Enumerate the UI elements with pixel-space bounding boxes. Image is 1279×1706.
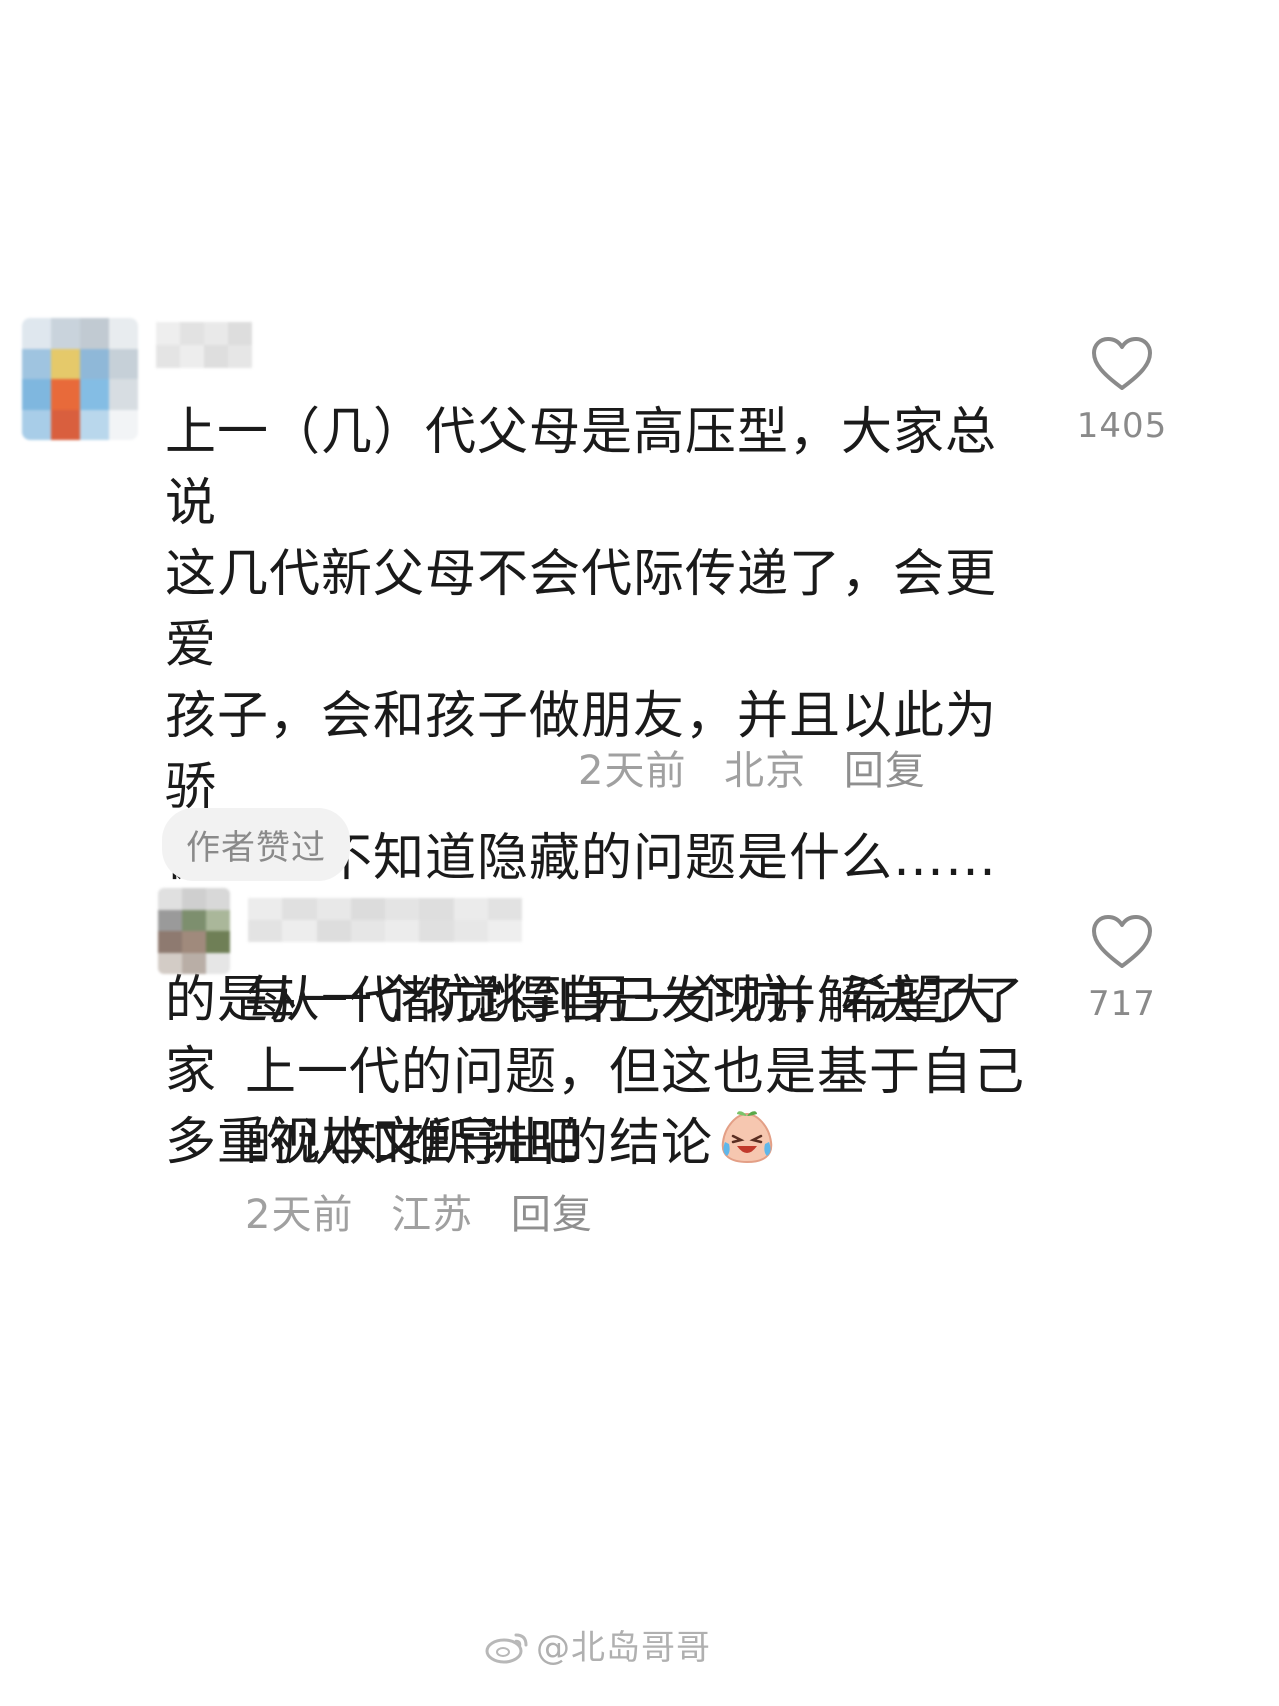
username[interactable]: [156, 322, 252, 368]
reply-button[interactable]: 回复: [844, 748, 926, 794]
reply-button[interactable]: 回复: [511, 1192, 593, 1238]
comment-location: 北京: [724, 748, 807, 794]
like-button[interactable]: 1405: [1062, 336, 1182, 446]
crying-laughing-peach-emoji: [717, 1108, 777, 1185]
comment-location: 江苏: [391, 1192, 474, 1238]
comment-meta: 2天前 江苏 回复: [245, 1182, 617, 1240]
avatar[interactable]: [158, 888, 230, 974]
comment-meta: 2天前 北京 回复: [578, 738, 950, 796]
watermark-text: @北岛哥哥: [536, 1628, 711, 1668]
comment-text: 每一代都觉得自己发现并解决了了 上一代的问题，但这也是基于自己 的认知推导出的结…: [245, 966, 1025, 1185]
heart-icon[interactable]: [1091, 914, 1153, 970]
avatar[interactable]: [22, 318, 138, 440]
username[interactable]: [248, 898, 522, 942]
watermark: @北岛哥哥: [484, 1620, 711, 1674]
like-count: 717: [1088, 984, 1156, 1024]
author-liked-badge: 作者赞过: [162, 808, 350, 881]
heart-icon[interactable]: [1091, 336, 1153, 392]
like-count: 1405: [1076, 406, 1168, 446]
comment-time: 2天前: [578, 748, 687, 794]
like-button[interactable]: 717: [1062, 914, 1182, 1024]
comment-time: 2天前: [245, 1192, 354, 1238]
comment-text-body: 每一代都觉得自己发现并解决了了 上一代的问题，但这也是基于自己 的认知推导出的结…: [245, 972, 1026, 1173]
weibo-logo-icon: [484, 1629, 530, 1674]
